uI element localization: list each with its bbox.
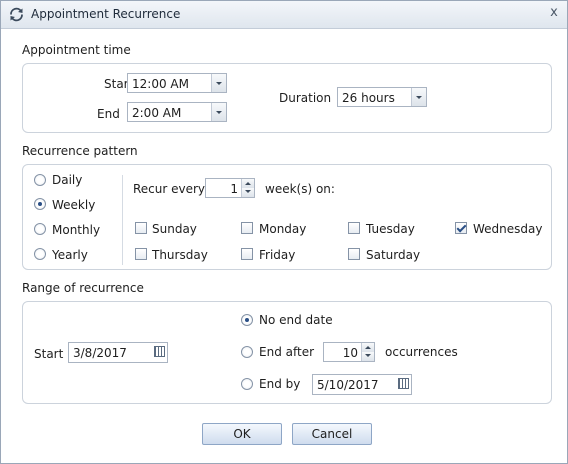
chevron-down-icon[interactable] bbox=[411, 88, 426, 106]
start-time-combo[interactable]: 12:00 AM bbox=[127, 73, 227, 93]
saturday-label[interactable]: Saturday bbox=[366, 248, 420, 262]
thursday-checkbox[interactable] bbox=[135, 248, 147, 260]
tuesday-checkbox[interactable] bbox=[348, 222, 360, 234]
range-start-label: Start bbox=[34, 347, 64, 361]
end-by-label[interactable]: End by bbox=[259, 377, 300, 391]
duration-label: Duration bbox=[279, 91, 332, 105]
yearly-label[interactable]: Yearly bbox=[52, 248, 88, 262]
calendar-icon[interactable] bbox=[398, 378, 409, 389]
title-bar[interactable]: Appointment Recurrence x bbox=[1, 1, 567, 29]
monday-checkbox[interactable] bbox=[241, 222, 253, 234]
appointment-time-label: Appointment time bbox=[22, 43, 131, 57]
range-of-recurrence-label: Range of recurrence bbox=[22, 281, 144, 295]
chevron-down-icon[interactable] bbox=[211, 103, 226, 121]
chevron-down-icon[interactable] bbox=[211, 74, 226, 92]
stepper-down-icon[interactable] bbox=[242, 188, 254, 197]
stepper-arrows bbox=[361, 343, 374, 361]
recur-every-stepper[interactable]: 1 bbox=[205, 178, 255, 198]
recurrence-pattern-label: Recurrence pattern bbox=[22, 144, 138, 158]
end-after-radio[interactable] bbox=[241, 346, 253, 358]
end-by-date-field[interactable]: 5/10/2017 bbox=[312, 374, 412, 395]
wednesday-checkbox[interactable] bbox=[455, 222, 467, 234]
stepper-down-icon[interactable] bbox=[362, 352, 374, 361]
end-time-label: End bbox=[97, 107, 120, 121]
weekly-label[interactable]: Weekly bbox=[52, 198, 95, 212]
dialog-title: Appointment Recurrence bbox=[31, 7, 181, 21]
thursday-label[interactable]: Thursday bbox=[152, 248, 208, 262]
end-after-label[interactable]: End after bbox=[259, 345, 314, 359]
wednesday-label[interactable]: Wednesday bbox=[473, 222, 542, 236]
end-after-value: 10 bbox=[342, 346, 358, 360]
end-time-combo[interactable]: 2:00 AM bbox=[127, 102, 227, 122]
end-by-value: 5/10/2017 bbox=[317, 378, 379, 392]
sunday-label[interactable]: Sunday bbox=[152, 222, 197, 236]
sunday-checkbox[interactable] bbox=[135, 222, 147, 234]
yearly-radio[interactable] bbox=[34, 248, 46, 260]
weeks-on-label: week(s) on: bbox=[265, 182, 335, 196]
range-start-value: 3/8/2017 bbox=[73, 346, 127, 360]
friday-label[interactable]: Friday bbox=[259, 248, 295, 262]
weekly-radio[interactable] bbox=[34, 198, 46, 210]
close-icon[interactable]: x bbox=[547, 6, 561, 20]
stepper-arrows bbox=[241, 179, 254, 197]
pattern-divider bbox=[122, 175, 123, 265]
occurrences-label: occurrences bbox=[385, 345, 458, 359]
duration-value: 26 hours bbox=[342, 91, 395, 105]
cancel-button[interactable]: Cancel bbox=[292, 423, 372, 445]
no-end-date-label[interactable]: No end date bbox=[259, 313, 333, 327]
monday-label[interactable]: Monday bbox=[259, 222, 306, 236]
end-time-value: 2:00 AM bbox=[132, 106, 182, 120]
duration-combo[interactable]: 26 hours bbox=[337, 87, 427, 107]
ok-button[interactable]: OK bbox=[202, 423, 282, 445]
daily-radio[interactable] bbox=[34, 174, 46, 186]
occurrences-stepper[interactable]: 10 bbox=[323, 342, 375, 362]
recurrence-icon bbox=[10, 7, 23, 22]
friday-checkbox[interactable] bbox=[241, 248, 253, 260]
appointment-recurrence-dialog: Appointment Recurrence x Appointment tim… bbox=[0, 0, 568, 464]
monthly-radio[interactable] bbox=[34, 223, 46, 235]
recur-every-label: Recur every bbox=[133, 182, 206, 196]
daily-label[interactable]: Daily bbox=[52, 173, 82, 187]
range-start-date-field[interactable]: 3/8/2017 bbox=[68, 342, 168, 363]
saturday-checkbox[interactable] bbox=[348, 248, 360, 260]
end-by-radio[interactable] bbox=[241, 378, 253, 390]
calendar-icon[interactable] bbox=[154, 346, 165, 357]
start-time-value: 12:00 AM bbox=[132, 77, 189, 91]
monthly-label[interactable]: Monthly bbox=[52, 223, 100, 237]
no-end-date-radio[interactable] bbox=[241, 314, 253, 326]
recur-every-value: 1 bbox=[230, 182, 238, 196]
tuesday-label[interactable]: Tuesday bbox=[366, 222, 415, 236]
